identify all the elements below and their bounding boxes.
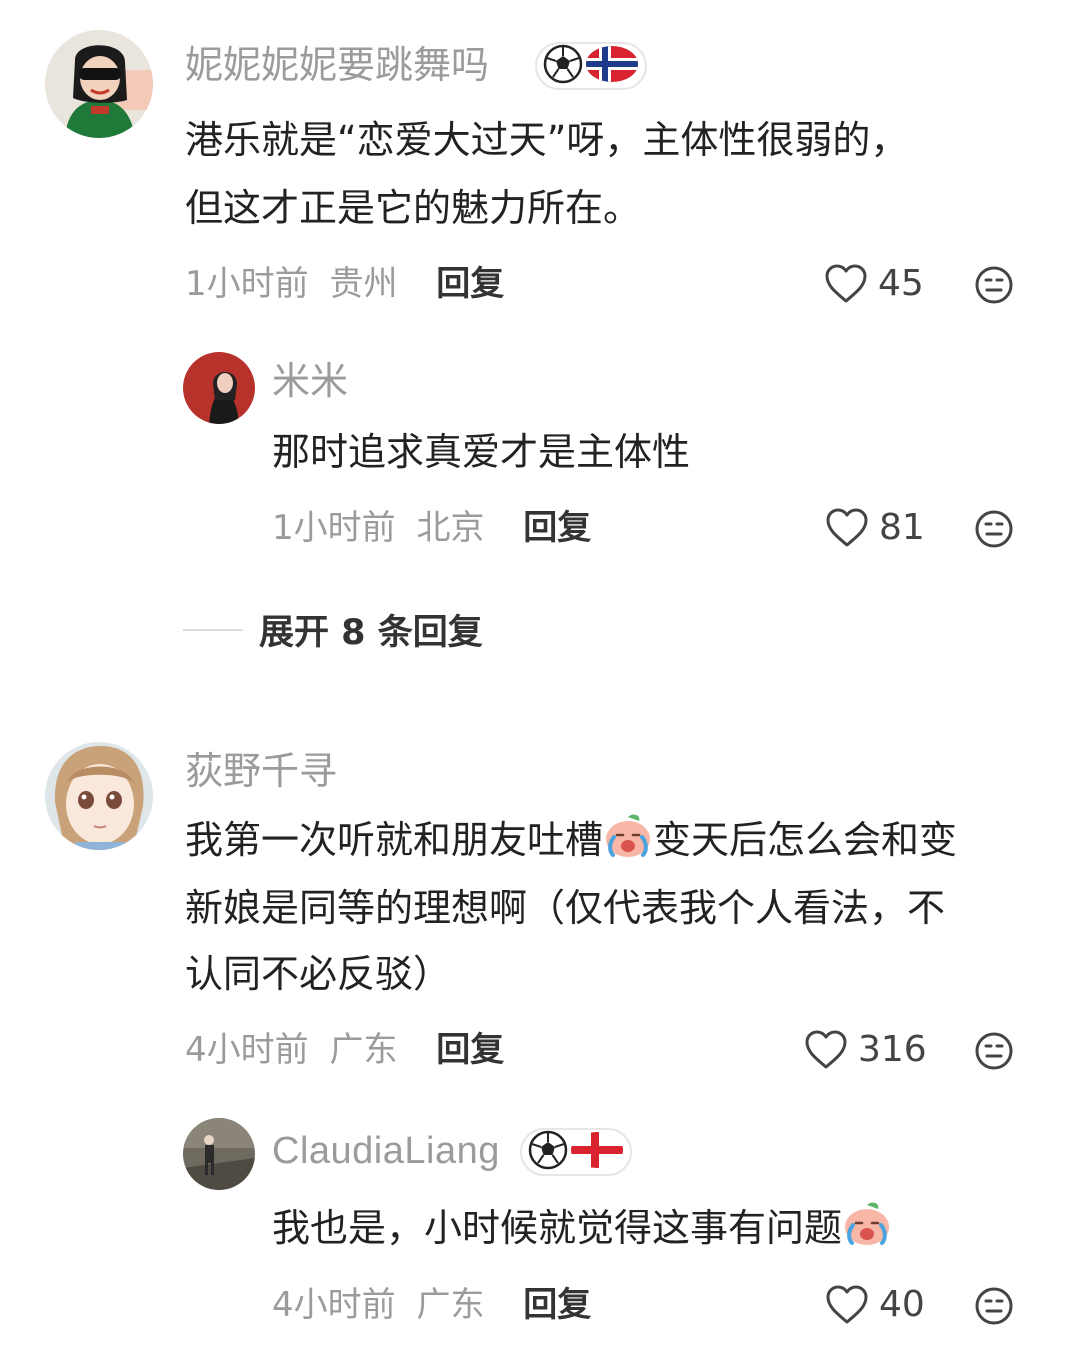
like-count: 81 <box>879 507 925 548</box>
heart-outline-icon <box>825 1285 869 1325</box>
location: 贵州 <box>329 264 398 304</box>
location: 广东 <box>416 1285 485 1325</box>
location: 广东 <box>329 1030 398 1070</box>
like-count: 316 <box>858 1029 927 1070</box>
reply-meta: 1小时前 北京 回复 <box>272 508 591 548</box>
comment-text-segment: 变天后怎么会和变 <box>653 818 958 862</box>
england-flag-icon <box>570 1130 624 1174</box>
comment-meta: 1小时前 贵州 回复 <box>185 264 504 304</box>
soccer-ball-icon <box>528 1130 568 1174</box>
comment-text-line: 认同不必反驳） <box>185 952 452 996</box>
user-badge[interactable] <box>520 1128 632 1176</box>
neutral-face-icon <box>974 1031 1014 1071</box>
soccer-ball-icon <box>543 44 583 88</box>
reply-button[interactable]: 回复 <box>523 508 591 548</box>
neutral-face-icon <box>974 509 1014 549</box>
comment-text-line: 新娘是同等的理想啊（仅代表我个人看法，不 <box>185 886 946 930</box>
like-button[interactable]: 316 <box>804 1030 927 1070</box>
expand-replies-button[interactable]: 展开 8 条回复 <box>183 604 483 655</box>
avatar[interactable] <box>45 30 153 138</box>
reply-text-line: 那时追求真爱才是主体性 <box>272 430 691 474</box>
heart-outline-icon <box>824 264 868 304</box>
timestamp: 4小时前 <box>272 1285 396 1325</box>
divider <box>183 628 243 631</box>
like-button[interactable]: 81 <box>825 508 925 548</box>
username[interactable]: ClaudiaLiang <box>272 1128 500 1174</box>
neutral-face-icon <box>974 1286 1014 1326</box>
timestamp: 4小时前 <box>185 1030 309 1070</box>
neutral-face-icon <box>974 265 1014 305</box>
comment-meta: 4小时前 广东 回复 <box>185 1030 504 1070</box>
reply-text-line: 我也是，小时候就觉得这事有问题 <box>272 1194 892 1268</box>
like-count: 40 <box>879 1284 925 1325</box>
reply-button[interactable]: 回复 <box>436 264 504 304</box>
username[interactable]: 荻野千寻 <box>185 748 337 794</box>
reply-button[interactable]: 回复 <box>436 1030 504 1070</box>
comment-text-segment: 我第一次听就和朋友吐槽 <box>185 818 604 862</box>
comment-text-line: 但这才正是它的魅力所在。 <box>185 186 642 230</box>
timestamp: 1小时前 <box>185 264 309 304</box>
username[interactable]: 米米 <box>272 358 348 404</box>
reply-text-segment: 我也是，小时候就觉得这事有问题 <box>272 1206 843 1250</box>
crying-peach-emoji-icon <box>842 1200 892 1268</box>
username[interactable]: 妮妮妮妮要跳舞吗 <box>185 42 489 88</box>
emoji-reaction-button[interactable] <box>974 509 1014 549</box>
comment-text-line: 港乐就是“恋爱大过天”呀，主体性很弱的， <box>185 118 909 162</box>
emoji-reaction-button[interactable] <box>974 1031 1014 1071</box>
avatar[interactable] <box>183 352 255 424</box>
like-button[interactable]: 40 <box>825 1285 925 1325</box>
like-count: 45 <box>878 263 924 304</box>
comment-item: 妮妮妮妮要跳舞吗 港乐就是“恋爱大过天”呀，主体性很弱的， 但这才正是它的魅力所… <box>0 0 1080 690</box>
heart-outline-icon <box>804 1030 848 1070</box>
crying-peach-emoji-icon <box>603 812 653 880</box>
expand-replies-label: 展开 8 条回复 <box>259 613 483 653</box>
norway-flag-icon <box>585 44 639 88</box>
comment-item: 荻野千寻 我第一次听就和朋友吐槽 变天后怎么会和变 新娘是同等的理想啊（仅代表我… <box>0 720 1080 1364</box>
heart-outline-icon <box>825 508 869 548</box>
avatar[interactable] <box>183 1118 255 1190</box>
reply-button[interactable]: 回复 <box>523 1285 591 1325</box>
user-badge[interactable] <box>535 42 647 90</box>
emoji-reaction-button[interactable] <box>974 1286 1014 1326</box>
avatar[interactable] <box>45 742 153 850</box>
location: 北京 <box>416 508 485 548</box>
comment-text-line: 我第一次听就和朋友吐槽 变天后怎么会和变 <box>185 806 957 880</box>
emoji-reaction-button[interactable] <box>974 265 1014 305</box>
timestamp: 1小时前 <box>272 508 396 548</box>
reply-meta: 4小时前 广东 回复 <box>272 1285 591 1325</box>
like-button[interactable]: 45 <box>824 264 924 304</box>
